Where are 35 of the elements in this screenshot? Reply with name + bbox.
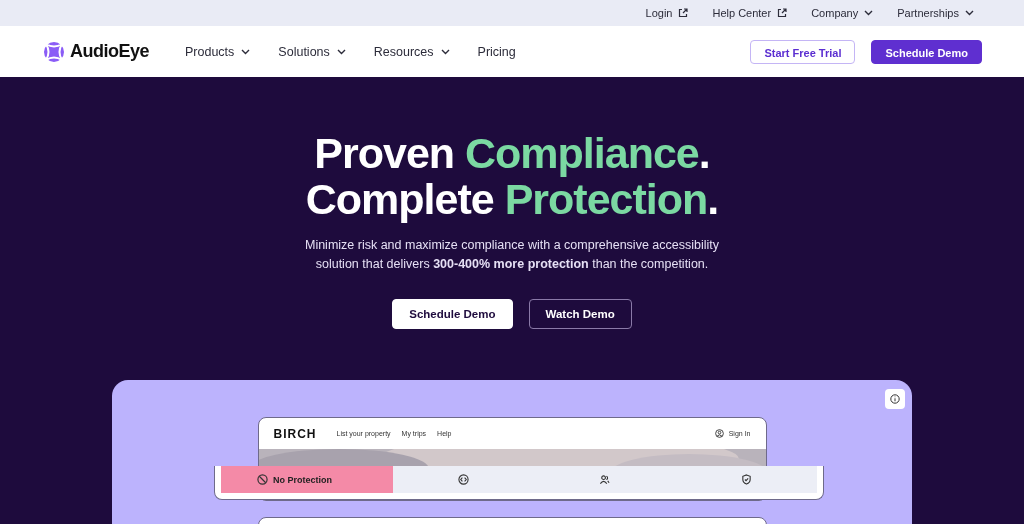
logo-icon bbox=[42, 39, 66, 64]
utility-link[interactable]: Help Center bbox=[712, 7, 788, 19]
free-trial-button[interactable]: Start Free Trial bbox=[750, 39, 856, 64]
site-logo: BIRCH bbox=[273, 426, 317, 441]
nav-link[interactable]: Pricing bbox=[477, 44, 516, 59]
hero-headline: Complete Protection. bbox=[305, 176, 719, 222]
protection-mode-tab[interactable]: No Protection bbox=[221, 466, 393, 493]
users-icon bbox=[599, 474, 611, 485]
user-icon bbox=[714, 429, 724, 438]
info-button[interactable] bbox=[885, 389, 905, 409]
external-link-icon bbox=[678, 8, 689, 18]
schedule-demo-button[interactable]: Schedule Demo bbox=[392, 299, 513, 329]
hero-description: Minimize risk and maximize compliance with a comprehensive accessibility solution that delivers 300-400% more protection than the competition. bbox=[303, 237, 720, 273]
chevron-down-icon bbox=[965, 10, 974, 16]
shield-icon bbox=[740, 474, 752, 485]
protection-mode-tab[interactable] bbox=[675, 466, 817, 493]
utility-link[interactable]: Login bbox=[645, 7, 689, 19]
schedule-demo-button[interactable]: Schedule Demo bbox=[871, 39, 982, 64]
brand-name[interactable]: AudioEye bbox=[70, 41, 149, 62]
chevron-down-icon bbox=[864, 10, 874, 16]
utility-link[interactable]: Company bbox=[811, 7, 874, 19]
chevron-down-icon bbox=[336, 48, 346, 55]
hero-headline: Proven Compliance. bbox=[313, 130, 711, 176]
chevron-down-icon bbox=[241, 48, 251, 55]
nav-link[interactable]: Resources bbox=[373, 44, 450, 59]
info-icon bbox=[890, 394, 900, 404]
blocked-icon bbox=[257, 474, 268, 485]
nav-link[interactable]: Solutions bbox=[278, 44, 346, 59]
utility-link[interactable]: Partnerships bbox=[897, 7, 974, 19]
chevron-down-icon bbox=[440, 48, 450, 55]
code-icon bbox=[457, 474, 469, 485]
external-link-icon bbox=[777, 8, 788, 18]
protection-mode-tab[interactable] bbox=[392, 466, 534, 493]
watch-demo-button[interactable]: Watch Demo bbox=[528, 299, 632, 329]
nav-link[interactable]: Products bbox=[185, 44, 251, 59]
